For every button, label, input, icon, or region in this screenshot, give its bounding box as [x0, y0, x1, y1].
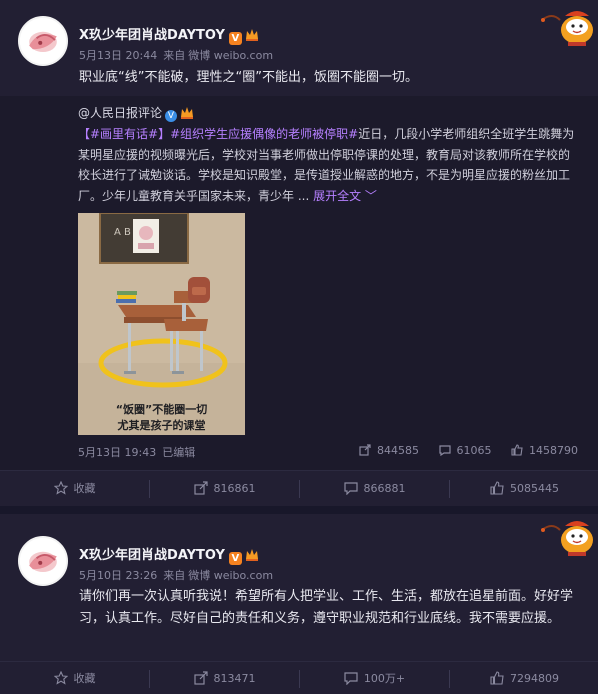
decorative-lantern-icon — [538, 516, 596, 558]
post-divider — [0, 506, 598, 514]
post-date[interactable]: 5月10日 23:26 — [79, 569, 157, 582]
hashtag-link[interactable]: 【#画里有话#】 — [78, 127, 170, 141]
comment-button[interactable]: 866881 — [300, 471, 449, 507]
image-caption-2: 尤其是孩子的课堂 — [117, 418, 206, 432]
repost-count: 816861 — [213, 482, 256, 495]
post-text: 请你们再一次认真听我说！希望所有人把学业、工作、生活，都放在追星前面。好好学习，… — [79, 589, 574, 626]
star-icon — [53, 481, 68, 495]
action-bar: 收藏 813471 100万+ 7294809 — [0, 661, 598, 694]
comment-count: 866881 — [363, 482, 406, 495]
repost-comment-count: 61065 — [456, 444, 492, 457]
verified-badge: V — [228, 552, 242, 565]
post-meta: 5月10日 23:26 来自 微博 weibo.com — [79, 567, 279, 583]
post-source[interactable]: 微博 weibo.com — [188, 49, 273, 62]
source-prefix: 来自 — [163, 49, 186, 62]
favorite-button[interactable]: 收藏 — [0, 471, 149, 507]
repost-author-name[interactable]: @人民日报评论 — [78, 106, 162, 120]
avatar[interactable] — [18, 536, 68, 586]
repost-button[interactable]: 813471 — [150, 662, 299, 694]
repost-image[interactable]: A B C “饭圈”不能圈一切 尤其是孩子的课堂 — [78, 213, 245, 435]
like-count: 5085445 — [510, 482, 559, 495]
username-text[interactable]: X玖少年团肖战DAYTOY — [79, 548, 225, 563]
image-caption-1: “饭圈”不能圈一切 — [116, 402, 207, 416]
repost-footer: 5月13日 19:43 已编辑 844585 61065 1458790 — [78, 444, 578, 460]
edited-mark: 已编辑 — [162, 446, 196, 459]
like-count: 7294809 — [510, 672, 559, 685]
post-text: 职业底“线”不能破，理性之“圈”不能出，饭圈不能圈一切。 — [79, 70, 418, 85]
repost-date-text[interactable]: 5月13日 19:43 — [78, 446, 156, 459]
comment-icon — [343, 481, 358, 495]
source-prefix: 来自 — [163, 569, 186, 582]
favorite-button[interactable]: 收藏 — [0, 662, 149, 694]
username-text[interactable]: X玖少年团肖战DAYTOY — [79, 28, 225, 43]
comment-count: 100万+ — [363, 672, 406, 685]
share-icon — [193, 481, 208, 495]
repost-count: 813471 — [213, 672, 256, 685]
repost-like-stat[interactable]: 1458790 — [511, 444, 578, 457]
repost-stats: 844585 61065 1458790 — [343, 444, 578, 457]
repost-author[interactable]: @人民日报评论 V — [78, 104, 194, 122]
post-source[interactable]: 微博 weibo.com — [188, 569, 273, 582]
favorite-label: 收藏 — [73, 482, 96, 495]
share-icon — [359, 444, 371, 456]
repost-share-count: 844585 — [377, 444, 419, 457]
like-icon — [490, 481, 504, 495]
post-meta: 5月13日 20:44 来自 微博 weibo.com — [79, 47, 279, 63]
like-icon — [490, 671, 504, 685]
comment-button[interactable]: 100万+ — [300, 662, 449, 694]
repost-date: 5月13日 19:43 已编辑 — [78, 444, 195, 460]
repost-button[interactable]: 816861 — [150, 471, 299, 507]
blue-verified-icon: V — [165, 110, 178, 122]
verified-badge: V — [228, 32, 242, 45]
favorite-label: 收藏 — [73, 672, 96, 685]
repost-comment-stat[interactable]: 61065 — [438, 444, 492, 457]
like-button[interactable]: 5085445 — [450, 471, 598, 507]
crown-icon — [180, 106, 194, 119]
crown-icon — [245, 548, 259, 561]
expand-link[interactable]: 展开全文 ﹀ — [313, 189, 377, 203]
repost-share-stat[interactable]: 844585 — [359, 444, 419, 457]
comment-icon — [344, 671, 358, 685]
username[interactable]: X玖少年团肖战DAYTOY V — [79, 544, 259, 565]
weibo-post-1: X玖少年团肖战DAYTOY V 5月13日 20:44 来自 微博 weibo.com… — [0, 0, 598, 506]
like-button[interactable]: 7294809 — [450, 662, 598, 694]
weibo-post-2: X玖少年团肖战DAYTOY V 5月10日 23:26 来自 微博 weibo.com… — [0, 514, 598, 694]
username[interactable]: X玖少年团肖战DAYTOY V — [79, 24, 259, 45]
post-date[interactable]: 5月13日 20:44 — [79, 49, 157, 62]
star-icon — [53, 671, 68, 685]
repost-like-count: 1458790 — [529, 444, 578, 457]
action-bar: 收藏 816861 866881 5085445 — [0, 470, 598, 506]
repost-block[interactable]: @人民日报评论 V 【#画里有话#】#组织学生应援偶像的老师被停职#近日，几段小学… — [0, 96, 598, 470]
crown-icon — [245, 28, 259, 41]
comment-icon — [438, 444, 451, 456]
repost-text: 【#画里有话#】#组织学生应援偶像的老师被停职#近日，几段小学老师组织全班学生跳… — [78, 124, 578, 206]
avatar[interactable] — [18, 16, 68, 66]
like-icon — [511, 444, 523, 456]
decorative-lantern-icon — [538, 6, 596, 48]
share-icon — [193, 671, 208, 685]
hashtag-link[interactable]: #组织学生应援偶像的老师被停职# — [170, 127, 358, 141]
